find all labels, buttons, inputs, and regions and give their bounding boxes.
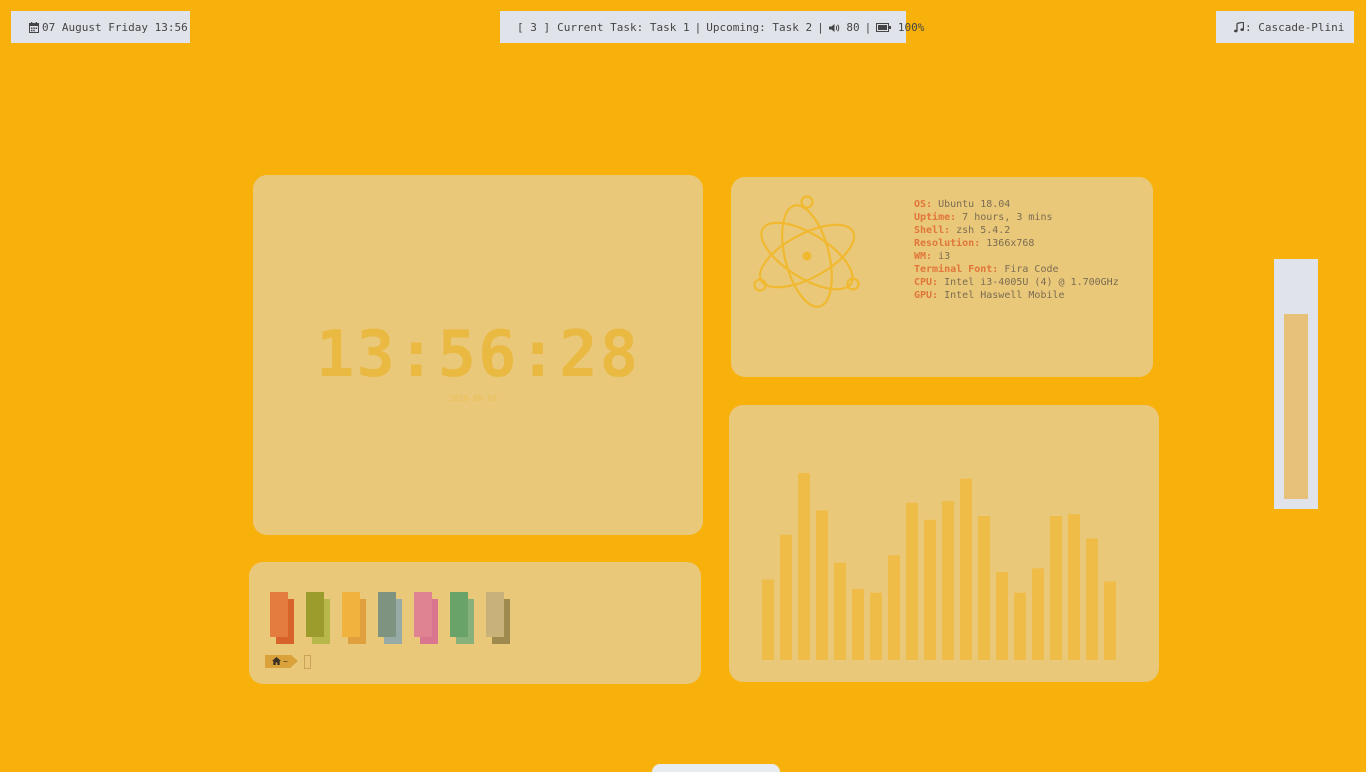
current-task: Current Task: Task 1: [557, 20, 690, 34]
visualizer-bar: [780, 534, 792, 660]
electron-atom-icon: [753, 195, 860, 308]
visualizer-bar: [906, 502, 918, 660]
battery-status: 100%: [876, 21, 924, 34]
color-swatch: [306, 592, 332, 644]
upcoming-task: Upcoming: Task 2: [706, 20, 813, 34]
system-info-value: zsh 5.4.2: [950, 225, 1011, 236]
visualizer-bar: [798, 473, 810, 660]
system-info-key: Uptime:: [914, 212, 957, 223]
color-swatch-base: [378, 592, 396, 637]
system-info-key: Terminal Font:: [914, 264, 999, 275]
separator: |: [817, 20, 824, 34]
color-swatch: [414, 592, 440, 644]
visualizer-bar: [852, 588, 864, 660]
volume-control[interactable]: 80: [828, 20, 860, 34]
speaker-icon: [828, 21, 847, 34]
volume-slider[interactable]: [1274, 259, 1318, 509]
system-info-row: GPU: Intel Haswell Mobile: [914, 289, 1119, 302]
music-note-icon: [1234, 21, 1244, 34]
system-info-widget: OS: Ubuntu 18.04 Uptime: 7 hours, 3 mins S…: [731, 177, 1153, 377]
volume-slider-fill[interactable]: [1284, 314, 1308, 499]
system-info-key: GPU:: [914, 290, 939, 301]
color-swatch: [270, 592, 296, 644]
color-swatch: [486, 592, 512, 644]
visualizer-bar: [1032, 568, 1044, 660]
visualizer-bar: [1086, 538, 1098, 660]
visualizer-bars: [762, 473, 1116, 660]
terminal-widget[interactable]: ~: [249, 562, 701, 684]
system-info-key: OS:: [914, 199, 933, 210]
prompt-path: ~: [283, 657, 288, 666]
system-info-list: OS: Ubuntu 18.04 Uptime: 7 hours, 3 mins S…: [914, 198, 1119, 302]
prompt-path-segment: ~: [265, 655, 298, 668]
visualizer-bar: [1104, 581, 1116, 660]
color-swatch-base: [306, 592, 324, 637]
battery-icon: [876, 21, 898, 34]
color-swatch-base: [450, 592, 468, 637]
system-info-value: 1366x768: [980, 238, 1035, 249]
visualizer-bar: [960, 478, 972, 660]
color-swatch: [378, 592, 404, 644]
system-info-value: i3: [932, 251, 951, 262]
visualizer-bar: [1068, 514, 1080, 660]
visualizer-bar: [834, 562, 846, 660]
system-info-key: WM:: [914, 251, 933, 262]
system-info-value: Fira Code: [998, 264, 1059, 275]
battery-value: 100%: [897, 20, 925, 34]
color-swatch-base: [342, 592, 360, 637]
visualizer-bar: [924, 519, 936, 660]
visualizer-bar: [978, 516, 990, 660]
system-info-row: OS: Ubuntu 18.04: [914, 198, 1119, 211]
visualizer-bar: [1050, 516, 1062, 660]
visualizer-bar: [762, 579, 774, 660]
date-time-text: 07 August Friday 13:56: [42, 20, 188, 34]
calendar-icon: [29, 21, 39, 34]
clock-time: 13:56:28: [315, 318, 641, 392]
shell-prompt: ~: [265, 654, 311, 669]
visualizer-bar: [996, 572, 1008, 660]
terminal-cursor: [303, 654, 311, 669]
volume-value: 80: [846, 20, 860, 34]
clock-date: 2020-08-07: [448, 394, 498, 403]
system-info-row: WM: i3: [914, 250, 1119, 263]
color-swatch: [342, 592, 368, 644]
system-info-value: 7 hours, 3 mins: [956, 212, 1053, 223]
visualizer-bar: [1014, 592, 1026, 660]
visualizer-bar: [816, 510, 828, 660]
system-info-row: Shell: zsh 5.4.2: [914, 224, 1119, 237]
visualizer-bar: [888, 555, 900, 660]
dock-handle[interactable]: [652, 764, 780, 772]
home-icon: [272, 656, 281, 667]
audio-visualizer-widget: [729, 405, 1159, 682]
system-info-row: CPU: Intel i3-4005U (4) @ 1.700GHz: [914, 276, 1119, 289]
color-swatch-base: [414, 592, 432, 637]
now-playing-text: : Cascade-Plini: [1245, 20, 1345, 34]
color-swatch-base: [270, 592, 288, 637]
visualizer-bar: [942, 501, 954, 660]
status-bar-center: [ 3 ] Current Task: Task 1 | Upcoming: T…: [500, 11, 924, 43]
separator: |: [864, 20, 872, 34]
system-info-value: Intel i3-4005U (4) @ 1.700GHz: [938, 277, 1119, 288]
separator: |: [694, 20, 702, 34]
date-widget[interactable]: 07 August Friday 13:56: [11, 11, 190, 43]
system-info-row: Uptime: 7 hours, 3 mins: [914, 211, 1119, 224]
visualizer-bar: [870, 592, 882, 660]
system-info-value: Ubuntu 18.04: [932, 199, 1011, 210]
clock-widget: 13:56:28 2020-08-07: [253, 175, 703, 535]
system-info-key: CPU:: [914, 277, 939, 288]
music-widget[interactable]: : Cascade-Plini: [1216, 11, 1354, 43]
color-swatch: [450, 592, 476, 644]
system-info-row: Resolution: 1366x768: [914, 237, 1119, 250]
workspace-indicator[interactable]: [ 3 ]: [517, 21, 550, 34]
system-info-row: Terminal Font: Fira Code: [914, 263, 1119, 276]
system-info-key: Resolution:: [914, 238, 981, 249]
color-swatch-base: [486, 592, 504, 637]
system-info-key: Shell:: [914, 225, 951, 236]
system-info-value: Intel Haswell Mobile: [938, 290, 1065, 301]
